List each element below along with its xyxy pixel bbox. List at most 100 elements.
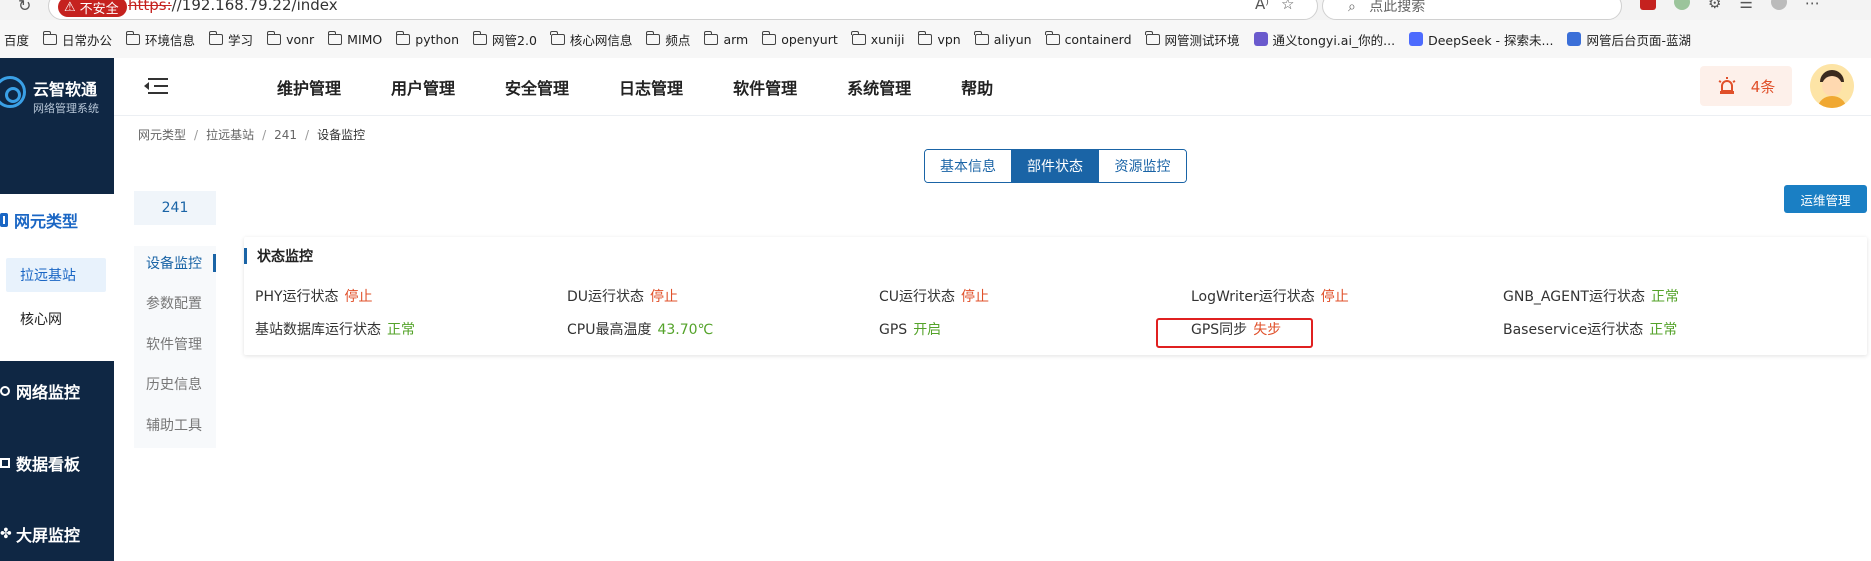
nav-software-management[interactable]: 软件管理 <box>733 75 797 99</box>
breadcrumb-item[interactable]: 241 <box>274 128 297 142</box>
site-favicon-icon <box>1253 32 1268 46</box>
folder-icon <box>208 30 224 45</box>
folder-icon <box>472 30 488 45</box>
tab-basic-info[interactable]: 基本信息 <box>925 150 1012 182</box>
read-aloud-icon[interactable]: A⁾ <box>1255 0 1269 13</box>
device-side-tabs: 设备监控 参数配置 软件管理 历史信息 辅助工具 <box>134 246 216 448</box>
url-text[interactable]: https://192.168.79.22/index <box>128 0 338 14</box>
avatar-icon <box>1810 64 1854 108</box>
alarm-button[interactable]: 4条 <box>1700 66 1792 106</box>
bookmark-item[interactable]: 频点 <box>645 30 690 49</box>
folder-icon <box>125 30 141 45</box>
side-tab-history[interactable]: 历史信息 <box>134 367 216 401</box>
submenu-item-core-network[interactable]: 核心网 <box>6 302 106 336</box>
nav-maintenance[interactable]: 维护管理 <box>277 75 341 99</box>
sidebar-item-big-screen-monitor[interactable]: ✤ 大屏监控 <box>0 522 114 546</box>
logo-mark-icon <box>0 76 26 108</box>
bookmark-item[interactable]: 通义tongyi.ai_你的... <box>1253 30 1395 49</box>
bookmark-item[interactable]: openyurt <box>761 30 838 47</box>
reload-icon[interactable]: ↻ <box>18 0 31 15</box>
alarm-count: 4条 <box>1750 77 1776 96</box>
side-tab-aux-tools[interactable]: 辅助工具 <box>134 408 216 442</box>
nav-help[interactable]: 帮助 <box>961 75 993 99</box>
sidebar-item-network-monitor[interactable]: 网络监控 <box>0 379 114 403</box>
favorite-star-icon[interactable]: ☆ <box>1281 0 1294 13</box>
nav-system-management[interactable]: 系统管理 <box>847 75 911 99</box>
status-item: Baseservice运行状态 正常 <box>1503 322 1678 338</box>
bookmark-item[interactable]: 百度 <box>4 30 29 49</box>
bookmark-item[interactable]: DeepSeek - 探索未... <box>1409 30 1553 49</box>
ops-management-button[interactable]: 运维管理 <box>1784 185 1867 213</box>
bookmark-item[interactable]: MIMO <box>327 30 382 47</box>
bookmark-item[interactable]: aliyun <box>974 30 1032 47</box>
bookmark-item[interactable]: 核心网信息 <box>550 30 632 49</box>
folder-icon <box>550 30 565 45</box>
bookmark-item[interactable]: 环境信息 <box>125 30 195 49</box>
bookmark-item[interactable]: 网管2.0 <box>472 30 537 49</box>
bookmark-item[interactable]: arm <box>703 30 748 47</box>
site-favicon-icon <box>1567 32 1582 46</box>
bookmark-item[interactable]: vonr <box>266 30 314 47</box>
monitor-icon <box>0 386 10 396</box>
folder-icon <box>1045 30 1060 45</box>
nav-security-management[interactable]: 安全管理 <box>505 75 569 99</box>
sidebar-item-network-element-type[interactable]: 网元类型 <box>0 208 114 232</box>
status-item: 基站数据库运行状态 正常 <box>255 322 415 338</box>
status-item: GPS 开启 <box>879 322 942 338</box>
folder-icon <box>1145 30 1160 45</box>
settings-icon[interactable]: ⚙ <box>1708 0 1721 12</box>
bookmark-item[interactable]: 日常办公 <box>42 30 112 49</box>
folder-icon <box>703 30 719 45</box>
folder-icon <box>974 30 989 45</box>
side-tab-software-management[interactable]: 软件管理 <box>134 327 216 361</box>
bookmark-item[interactable]: vpn <box>917 30 961 47</box>
side-tab-device-monitor[interactable]: 设备监控 <box>134 246 216 280</box>
folder-icon <box>266 30 282 45</box>
logo-subtitle: 网络管理系统 <box>33 102 99 115</box>
avatar[interactable] <box>1810 64 1854 108</box>
status-value: 停止 <box>961 289 990 305</box>
sidebar-item-data-dashboard[interactable]: 数据看板 <box>0 451 114 475</box>
nav-user-management[interactable]: 用户管理 <box>391 75 455 99</box>
status-value: 停止 <box>650 289 679 305</box>
status-value: 停止 <box>1320 289 1349 305</box>
more-icon[interactable]: ⋯ <box>1805 0 1820 12</box>
top-header: 维护管理 用户管理 安全管理 日志管理 软件管理 系统管理 帮助 4条 <box>114 58 1871 116</box>
tab-resource-monitor[interactable]: 资源监控 <box>1099 150 1186 182</box>
folder-icon <box>851 30 866 45</box>
collapse-menu-icon[interactable] <box>144 76 168 96</box>
insecure-badge[interactable]: ⚠ 不安全 <box>58 0 127 17</box>
breadcrumb-item[interactable]: 拉远基站 <box>206 128 254 142</box>
breadcrumb-item[interactable]: 网元类型 <box>138 128 186 142</box>
bookmark-item[interactable]: containerd <box>1045 30 1132 47</box>
breadcrumb-current: 设备监控 <box>317 128 366 142</box>
tab-component-status[interactable]: 部件状态 <box>1012 150 1099 182</box>
extension-icon[interactable] <box>1640 0 1656 10</box>
favorites-list-icon[interactable]: ☰ <box>1739 0 1752 12</box>
bookmark-item[interactable]: 网管测试环境 <box>1145 30 1240 49</box>
side-tab-parameter-config[interactable]: 参数配置 <box>134 286 216 320</box>
status-item: PHY运行状态 停止 <box>255 289 373 305</box>
grid-icon <box>0 213 8 227</box>
extension-circle-icon[interactable] <box>1674 0 1690 10</box>
chart-icon <box>0 458 10 468</box>
bookmark-item[interactable]: python <box>395 30 459 47</box>
submenu-item-remote-base-station[interactable]: 拉远基站 <box>6 258 106 292</box>
profile-icon[interactable] <box>1770 0 1787 10</box>
bookmark-item[interactable]: xuniji <box>851 30 904 47</box>
warning-icon: ⚠ <box>64 0 76 15</box>
folder-icon <box>761 30 777 45</box>
bookmark-item[interactable]: 网管后台页面-蓝湖 <box>1567 30 1691 49</box>
nav-log-management[interactable]: 日志管理 <box>619 75 683 99</box>
bookmark-item[interactable]: 学习 <box>208 30 253 49</box>
share-icon: ✤ <box>0 526 12 542</box>
panel-title: 状态监控 <box>244 247 313 265</box>
alarm-siren-icon <box>1718 77 1736 94</box>
status-value: 停止 <box>344 289 373 305</box>
status-monitor-panel: 状态监控 PHY运行状态 停止 DU运行状态 停止 CU运行状态 停止 LogWrit… <box>244 237 1867 355</box>
sidebar: 云智软通 网络管理系统 网元类型 拉远基站 核心网 网络监控 数据看板 ✤ 大屏… <box>0 58 114 561</box>
browser-search-placeholder: ⌕ 点此搜索 <box>1348 0 1426 15</box>
browser-address-bar: ↻ ⚠ 不安全 https://192.168.79.22/index A⁾ ☆… <box>0 0 1871 20</box>
site-favicon-icon <box>1409 32 1424 46</box>
device-id-label: 241 <box>134 191 216 225</box>
